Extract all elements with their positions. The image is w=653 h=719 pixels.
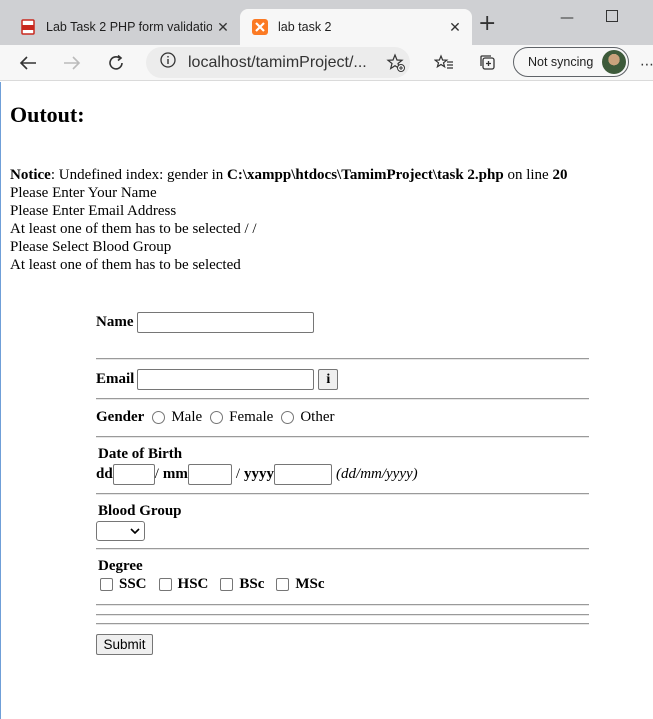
- mm-label: mm: [162, 466, 188, 482]
- email-input[interactable]: [137, 369, 315, 390]
- php-notice: Notice: Undefined index: gender in C:\xa…: [10, 167, 568, 183]
- degree-hsc-checkbox[interactable]: [158, 578, 172, 591]
- blood-heading-row: Blood Group: [98, 503, 182, 520]
- degree-bsc-checkbox[interactable]: [220, 578, 234, 591]
- divider: [96, 358, 589, 360]
- mm-input[interactable]: [187, 464, 232, 485]
- more-icon[interactable]: ⋯: [640, 57, 653, 73]
- error-email: Please Enter Email Address: [10, 203, 177, 219]
- url-text: localhost/tamimProject/...: [188, 53, 367, 71]
- minimize-icon[interactable]: —: [560, 10, 574, 26]
- gender-other-radio[interactable]: [281, 411, 295, 424]
- pdf-icon: [20, 19, 36, 35]
- dob-format-hint: (dd/mm/yyyy): [336, 466, 418, 482]
- blood-group-label: Blood Group: [98, 503, 182, 519]
- tab-title: Lab Task 2 PHP form validation: [46, 20, 212, 34]
- submit-button[interactable]: Submit: [96, 634, 153, 655]
- error-name: Please Enter Your Name: [10, 185, 157, 201]
- page-heading: Outout:: [10, 102, 85, 127]
- gender-female-radio[interactable]: [210, 411, 224, 424]
- dd-input[interactable]: [112, 464, 155, 485]
- error-blood: Please Select Blood Group: [10, 239, 172, 255]
- maximize-icon[interactable]: [606, 10, 618, 22]
- tab-lab-task-pdf[interactable]: Lab Task 2 PHP form validation ✕: [8, 9, 240, 45]
- profile-label: Not syncing: [528, 55, 594, 69]
- close-tab-icon[interactable]: ✕: [444, 19, 466, 36]
- error-degree: At least one of them has to be selected: [10, 257, 241, 273]
- dd-label: dd: [96, 466, 113, 482]
- divider: [96, 493, 589, 495]
- dob-label: Date of Birth: [98, 446, 183, 462]
- address-bar[interactable]: localhost/tamimProject/...: [146, 47, 410, 78]
- dob-row: dd / mm / yyyy (dd/mm/yyyy): [96, 464, 418, 485]
- date-separator: /: [235, 466, 241, 482]
- info-icon[interactable]: [160, 52, 176, 73]
- divider: [96, 436, 589, 438]
- degree-ssc-checkbox[interactable]: [100, 578, 113, 591]
- forward-arrow-icon[interactable]: [60, 51, 84, 75]
- divider: [96, 604, 589, 606]
- blood-group-select[interactable]: [96, 521, 145, 541]
- plus-icon[interactable]: +: [478, 13, 496, 35]
- refresh-icon[interactable]: [104, 51, 128, 75]
- collections-icon[interactable]: [476, 51, 500, 75]
- dob-heading-row: Date of Birth: [98, 446, 182, 463]
- degree-msc-label: MSc: [295, 576, 325, 592]
- tab-bar: Lab Task 2 PHP form validation ✕ lab tas…: [0, 0, 653, 45]
- error-dob: At least one of them has to be selected …: [10, 221, 257, 237]
- xampp-icon: [252, 19, 268, 35]
- back-arrow-icon[interactable]: [16, 51, 40, 75]
- degree-heading-row: Degree: [98, 558, 143, 575]
- name-row: Name: [96, 312, 314, 333]
- close-tab-icon[interactable]: ✕: [212, 19, 234, 36]
- tab-title: lab task 2: [278, 20, 332, 34]
- divider: [96, 398, 589, 400]
- gender-label: Gender: [96, 409, 145, 425]
- gender-other-label: Other: [300, 409, 335, 425]
- blood-row: [96, 521, 145, 541]
- add-favorite-icon[interactable]: [384, 51, 408, 75]
- divider: [96, 614, 589, 616]
- gender-male-radio[interactable]: [152, 411, 166, 424]
- chevron-down-icon: [130, 528, 140, 534]
- divider: [96, 623, 589, 625]
- degree-ssc-label: SSC: [119, 576, 147, 592]
- browser-toolbar: localhost/tamimProject/... Not syncing ⋯: [0, 45, 653, 81]
- gender-male-label: Male: [171, 409, 203, 425]
- avatar: [602, 50, 626, 74]
- name-input[interactable]: [136, 312, 314, 333]
- gender-female-label: Female: [229, 409, 274, 425]
- yyyy-input[interactable]: [274, 464, 333, 485]
- degree-msc-checkbox[interactable]: [276, 578, 290, 591]
- tab-lab-task-2[interactable]: lab task 2 ✕: [240, 9, 472, 45]
- yyyy-label: yyyy: [244, 466, 275, 482]
- date-separator: /: [154, 466, 159, 482]
- degree-row: SSC HSC BSc MSc: [96, 576, 325, 593]
- page-content: Outout: Notice: Undefined index: gender …: [0, 82, 653, 719]
- degree-hsc-label: HSC: [177, 576, 209, 592]
- name-label: Name: [96, 314, 134, 330]
- favorites-icon[interactable]: [432, 51, 456, 75]
- validation-messages: Notice: Undefined index: gender in C:\xa…: [10, 166, 567, 274]
- divider: [96, 548, 589, 550]
- email-label: Email: [96, 371, 135, 387]
- profile-button[interactable]: Not syncing: [513, 47, 629, 77]
- gender-row: Gender Male Female Other: [96, 409, 334, 426]
- degree-bsc-label: BSc: [239, 576, 265, 592]
- email-info-button[interactable]: i: [318, 369, 339, 390]
- email-row: Email i: [96, 369, 339, 390]
- degree-label: Degree: [98, 558, 143, 574]
